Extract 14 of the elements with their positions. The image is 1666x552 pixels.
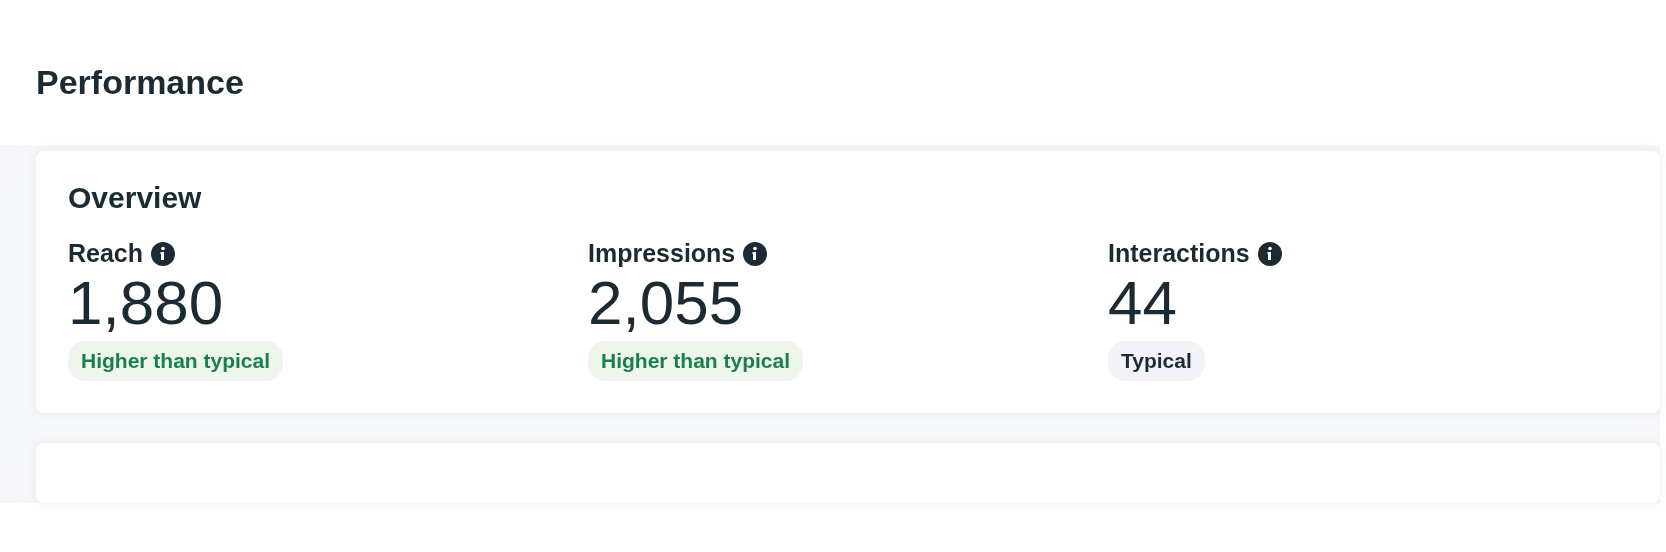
info-icon[interactable] [151,241,176,266]
status-badge: Higher than typical [68,341,284,381]
metric-value: 2,055 [588,269,745,338]
status-badge: Typical [1108,341,1205,381]
metric-value: 44 [1108,269,1178,338]
metric-label: Interactions [1108,239,1250,268]
metric-label: Impressions [588,239,736,268]
info-icon[interactable] [1257,241,1282,266]
card-title: Overview [68,180,203,214]
info-icon[interactable] [743,241,768,266]
status-badge: Higher than typical [588,341,804,381]
page-title: Performance [36,62,245,103]
metric-label: Reach [68,239,144,268]
metric-value: 1,880 [68,269,225,338]
